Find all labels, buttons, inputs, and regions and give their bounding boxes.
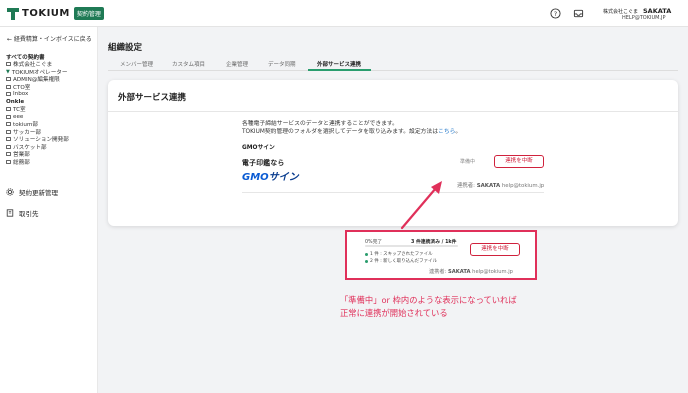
divider [242,192,544,193]
folder-icon [6,137,11,142]
logo-text: TOKIUM [22,8,70,19]
imported-count: 2 件 : 新しく取り込んだファイル [370,259,438,264]
folder-icon [6,144,11,149]
back-to-expense-link[interactable]: ← 経費精算・インボイスに戻る [7,34,92,43]
description-line-2: TOKIUM契約管理のフォルダを選択してデータを取り込みます。設定方法はこちら。 [242,126,461,135]
tab-data-sync[interactable]: データ同期 [268,60,296,68]
stop-sync-button[interactable]: 連携を中断 [470,243,520,256]
folder-label: TC室 [13,107,26,114]
sidebar-item-partners[interactable]: 取引先 [6,208,39,218]
owner-email: help@tokium.jp [472,269,513,275]
folder-icon [6,114,11,119]
tab-external-services[interactable]: 外部サービス連携 [317,60,361,68]
svg-text:?: ? [554,10,557,18]
settings-tabs: メンバー管理 カスタム項目 企業管理 データ同期 外部サービス連携 [108,58,678,71]
sidebar-item-label: 取引先 [19,210,39,218]
sidebar-folder-item[interactable]: 総務部 [6,158,98,166]
gmo-sign-logo: 電子印鑑なら GMOサイン [242,157,299,183]
stop-sync-button[interactable]: 連携を中断 [494,155,544,168]
logo-sign: サイン [268,172,299,183]
sync-owner: 連携者: SAKATA help@tokium.jp [457,181,544,189]
building-icon [6,209,14,217]
logo-line-2: GMOサイン [242,168,299,183]
sidebar-item-label: 契約更新管理 [19,189,58,197]
folder-label: Onkle [6,98,25,105]
status-preparing: 準備中 [460,159,476,165]
folder-icon [6,129,11,134]
sidebar-folder-item[interactable]: Inbox [6,91,98,99]
skipped-count: 1 件 : スキップされたファイル [370,252,433,257]
bullet-icon [365,252,368,256]
annotation-line-1: 「準備中」or 枠内のような表示になっていれば [340,295,517,305]
settings-help-link[interactable]: こちら [438,129,455,135]
logo-gmo: GMO [242,172,269,183]
help-icon[interactable]: ? [550,8,561,19]
folder-icon [6,77,11,82]
description-end: 。 [455,129,462,135]
folder-icon [6,122,11,127]
user-email: HELP@TOKIUM.JP [622,15,666,21]
folder-label: 総務部 [13,159,30,166]
product-badge: 契約管理 [73,7,104,20]
card-title: 外部サービス連携 [118,93,187,103]
bullet-icon [365,259,368,263]
logo-line-1: 電子印鑑なら [242,159,285,167]
sidebar: ← 経費精算・インボイスに戻る すべての契約書 株式会社こぐま ▼ TOKIUMオペレ… [0,27,98,393]
owner-name: SAKATA [447,269,471,275]
inbox-icon[interactable] [573,8,584,19]
owner-email: help@tokium.jp [501,183,545,189]
annotation-line-2: 正常に連携が開始されている [340,308,448,318]
external-service-card: 外部サービス連携 各種電子締結サービスのデータと連携することができます。 TOK… [108,80,678,226]
tab-company[interactable]: 企業管理 [226,60,248,68]
folder-icon [6,159,11,164]
folder-icon [6,107,11,112]
company-name: 株式会社こぐま [603,9,639,15]
folder-label: CTO室 [13,84,31,91]
folder-tree: すべての契約書 株式会社こぐま ▼ TOKIUMオペレーター ADMIN@編集権限 CTO… [6,53,98,166]
sidebar-folder-item[interactable]: CTO室 [6,83,98,91]
service-label: GMOサイン [242,145,275,151]
sync-owner: 連携者: SAKATA help@tokium.jp [429,268,513,275]
list-item: 2 件 : 新しく取り込んだファイル [365,258,437,264]
active-tab-indicator [308,69,371,71]
list-item: 1 件 : スキップされたファイル [365,251,433,257]
tokium-logo-icon [7,7,19,20]
divider [108,111,678,112]
folder-icon [6,62,11,67]
folder-icon [6,152,11,157]
user-name[interactable]: SAKATA [643,7,671,15]
folder-label: Inbox [13,91,29,98]
description-text: TOKIUM契約管理のフォルダを選択してデータを取り込みます。設定方法は [242,129,439,135]
app-logo[interactable]: TOKIUM 契約管理 [7,7,104,20]
progress-count: 3 件連携済み / 1k件 [411,238,456,245]
sidebar-item-renewal[interactable]: 契約更新管理 [6,187,58,197]
folder-icon [6,84,11,89]
owner-label: 連携者: [457,183,475,189]
folder-label: eee [13,113,24,120]
filter-icon: ▼ [6,68,10,75]
progress-bar [365,245,458,247]
tab-members[interactable]: メンバー管理 [120,60,153,68]
owner-name: SAKATA [476,183,501,189]
tab-custom-fields[interactable]: カスタム項目 [172,60,205,68]
gear-icon [6,188,14,196]
sidebar-folder-item[interactable]: TC室 [6,106,98,114]
sync-progress-callout: 0%完了 3 件連携済み / 1k件 1 件 : スキップされたファイル 2 件… [345,230,537,280]
progress-label: 0%完了 [365,240,383,245]
page-title: 組織設定 [108,43,143,53]
app-header: TOKIUM 契約管理 ? 株式会社こぐま SAKATA HELP@TOKIUM… [0,0,688,27]
folder-icon [6,92,11,97]
owner-label: 連携者: [429,269,447,275]
